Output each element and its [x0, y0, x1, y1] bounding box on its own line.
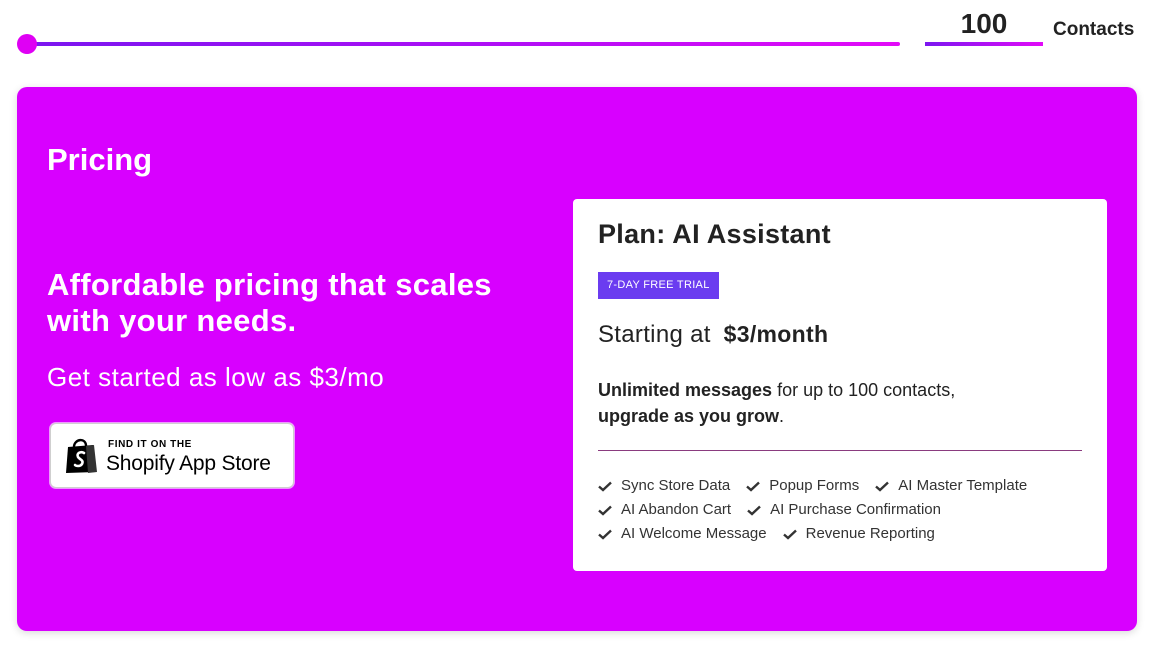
pricing-headline: Affordable pricing that scales with your… — [47, 267, 492, 338]
shopify-app-store-button[interactable]: FIND IT ON THE Shopify App Store — [50, 423, 294, 488]
badge-large-text: Shopify App Store — [106, 452, 271, 475]
feature-label: AI Welcome Message — [621, 525, 767, 542]
feature-row: AI Abandon Cart AI Purchase Confirmation — [598, 498, 1098, 522]
contacts-slider-thumb[interactable] — [17, 34, 37, 54]
pricing-title: Pricing — [47, 142, 153, 177]
desc-bold-2: upgrade as you grow — [598, 406, 780, 426]
pricing-section: Pricing Affordable pricing that scales w… — [17, 87, 1137, 631]
check-icon — [747, 505, 761, 516]
feature-item: AI Master Template — [875, 474, 1027, 498]
plan-card: Plan: AI Assistant 7-DAY FREE TRIAL Star… — [573, 199, 1107, 571]
feature-label: AI Abandon Cart — [621, 501, 732, 518]
check-icon — [598, 529, 612, 540]
feature-item: Popup Forms — [746, 474, 859, 498]
check-icon — [746, 481, 761, 492]
feature-item: AI Welcome Message — [598, 522, 767, 546]
feature-row: AI Welcome Message Revenue Reporting — [598, 522, 1098, 546]
feature-item: Revenue Reporting — [782, 522, 935, 546]
contacts-count-input[interactable] — [925, 8, 1043, 46]
feature-label: AI Purchase Confirmation — [770, 501, 941, 518]
feature-list: Sync Store Data Popup Forms AI Master Te… — [598, 474, 1098, 546]
starting-price: Starting at $3/month — [598, 321, 828, 349]
shopping-bag-icon — [66, 438, 97, 473]
check-icon — [782, 529, 797, 540]
feature-item: AI Abandon Cart — [598, 498, 731, 522]
desc-text-2: . — [779, 406, 785, 426]
plan-price: $3/month — [723, 321, 829, 347]
feature-label: AI Master Template — [898, 477, 1028, 494]
desc-bold-1: Unlimited messages — [598, 380, 773, 400]
check-icon — [598, 481, 612, 492]
contacts-slider-row: Contacts — [0, 0, 1163, 80]
plan-description: Unlimited messages for up to 100 contact… — [598, 377, 1078, 429]
feature-item: Sync Store Data — [598, 474, 730, 498]
contacts-slider-track[interactable] — [27, 42, 900, 46]
desc-text-1: for up to 100 contacts, — [772, 380, 956, 400]
badge-small-text: FIND IT ON THE — [108, 439, 192, 450]
pricing-subline: Get started as low as $3/mo — [47, 362, 385, 392]
contacts-unit-label: Contacts — [1053, 19, 1135, 40]
feature-item: AI Purchase Confirmation — [747, 498, 941, 522]
trial-badge: 7-DAY FREE TRIAL — [598, 272, 719, 299]
feature-row: Sync Store Data Popup Forms AI Master Te… — [598, 474, 1098, 498]
plan-title: Plan: AI Assistant — [598, 219, 831, 249]
starting-label: Starting at — [598, 321, 711, 348]
check-icon — [875, 481, 890, 492]
feature-label: Sync Store Data — [621, 477, 731, 494]
feature-label: Popup Forms — [769, 477, 860, 494]
feature-label: Revenue Reporting — [805, 525, 935, 542]
plan-divider — [598, 450, 1082, 451]
check-icon — [598, 505, 612, 516]
